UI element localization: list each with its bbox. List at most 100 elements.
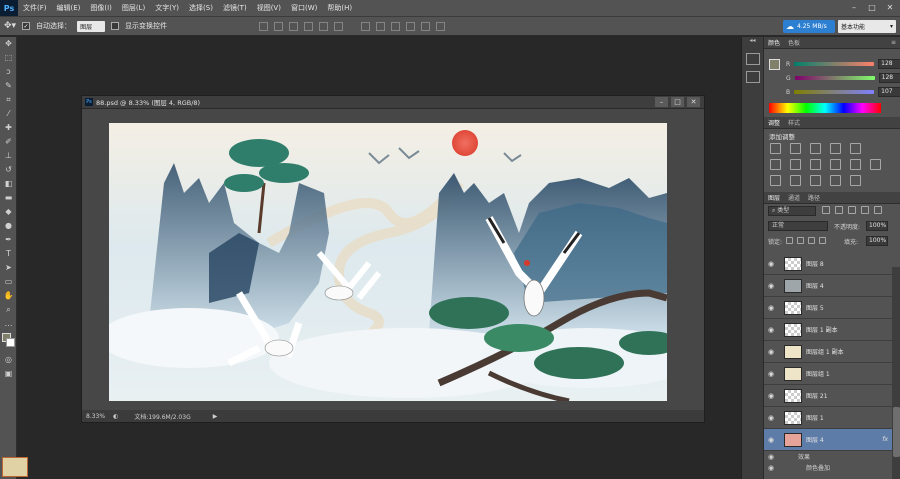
align-left-icon[interactable] <box>304 21 314 31</box>
align-bottom-icon[interactable] <box>289 21 299 31</box>
visibility-eye-icon[interactable]: ◉ <box>764 304 778 312</box>
zoom-level[interactable]: 8.33% <box>86 413 105 420</box>
status-arrow-icon[interactable]: ▶ <box>213 413 218 420</box>
path-select-tool-icon[interactable]: ➤ <box>0 261 17 275</box>
fg-color-preview[interactable] <box>769 59 780 70</box>
close-icon[interactable]: ✕ <box>884 2 896 13</box>
menu-type[interactable]: 文字(Y) <box>150 3 184 13</box>
eraser-tool-icon[interactable]: ◧ <box>0 177 17 191</box>
filter-type-icon[interactable] <box>848 206 856 214</box>
dodge-tool-icon[interactable]: ● <box>0 219 17 233</box>
menu-window[interactable]: 窗口(W) <box>286 3 322 13</box>
fill-value[interactable]: 100% <box>866 236 888 246</box>
exposure-icon[interactable] <box>830 143 841 154</box>
green-value[interactable]: 128 <box>878 73 900 83</box>
effect-item-row[interactable]: ◉ 颜色叠加 <box>764 462 892 473</box>
distribute-bottom-icon[interactable] <box>391 21 401 31</box>
background-color-swatch[interactable] <box>6 338 15 347</box>
visibility-eye-icon[interactable]: ◉ <box>764 464 778 472</box>
channel-mixer-icon[interactable] <box>850 159 861 170</box>
filter-adjustment-icon[interactable] <box>835 206 843 214</box>
photo-filter-icon[interactable] <box>830 159 841 170</box>
vibrance-icon[interactable] <box>850 143 861 154</box>
blend-mode-dropdown[interactable]: 正常 <box>768 221 828 231</box>
menu-layer[interactable]: 图层(L) <box>117 3 150 13</box>
visibility-eye-icon[interactable]: ◉ <box>764 348 778 356</box>
healing-brush-tool-icon[interactable]: ✚ <box>0 121 17 135</box>
tab-channels[interactable]: 通道 <box>788 193 800 202</box>
history-brush-tool-icon[interactable]: ↺ <box>0 163 17 177</box>
visibility-eye-icon[interactable]: ◉ <box>764 414 778 422</box>
selective-color-icon[interactable] <box>850 175 861 186</box>
hand-tool-icon[interactable]: ✋ <box>0 289 17 303</box>
lock-pixels-icon[interactable] <box>797 237 804 244</box>
tab-layers[interactable]: 图层 <box>768 193 780 202</box>
maximize-icon[interactable]: □ <box>866 2 878 13</box>
filter-smart-icon[interactable] <box>874 206 882 214</box>
document-title-bar[interactable]: Ps 88.psd @ 8.33% (图层 4, RGB/8) – □ ✕ <box>82 96 704 109</box>
auto-select-checkbox[interactable]: ✓ <box>22 22 31 30</box>
scrollbar-thumb[interactable] <box>893 407 900 457</box>
type-tool-icon[interactable]: T <box>0 247 17 261</box>
menu-help[interactable]: 帮助(H) <box>322 3 357 13</box>
gradient-map-icon[interactable] <box>830 175 841 186</box>
align-top-icon[interactable] <box>259 21 269 31</box>
layer-row[interactable]: ◉ 图层组 1 副本 <box>764 341 892 363</box>
auto-select-dropdown[interactable]: 图层 <box>77 20 106 32</box>
visibility-eye-icon[interactable]: ◉ <box>764 282 778 290</box>
canvas-area[interactable] <box>82 109 704 409</box>
lasso-tool-icon[interactable]: ↄ <box>0 65 17 79</box>
layer-row-selected[interactable]: ◉ 图层 4 fx <box>764 429 892 451</box>
more-tools-icon[interactable]: … <box>0 317 17 331</box>
pen-tool-icon[interactable]: ✒ <box>0 233 17 247</box>
history-panel-icon[interactable] <box>745 53 760 65</box>
crop-tool-icon[interactable]: ⌗ <box>0 93 17 107</box>
zoom-tool-icon[interactable]: ⌕ <box>0 303 17 317</box>
fx-badge[interactable]: fx <box>882 436 888 443</box>
menu-file[interactable]: 文件(F) <box>18 3 52 13</box>
align-right-icon[interactable] <box>334 21 344 31</box>
artwork-canvas[interactable] <box>109 123 667 401</box>
align-center-icon[interactable] <box>319 21 329 31</box>
properties-panel-icon[interactable] <box>745 71 760 83</box>
clone-stamp-tool-icon[interactable]: ⊥ <box>0 149 17 163</box>
marquee-tool-icon[interactable]: ⬚ <box>0 51 17 65</box>
filter-shape-icon[interactable] <box>861 206 869 214</box>
doc-maximize-icon[interactable]: □ <box>671 97 684 107</box>
layer-row[interactable]: ◉ 图层 1 <box>764 407 892 429</box>
color-balance-icon[interactable] <box>790 159 801 170</box>
tab-adjustments[interactable]: 调整 <box>768 118 780 127</box>
visibility-eye-icon[interactable]: ◉ <box>764 326 778 334</box>
layer-kind-filter[interactable]: ⌕ 类型 <box>768 206 816 216</box>
hue-saturation-icon[interactable] <box>770 159 781 170</box>
gradient-tool-icon[interactable]: ▬ <box>0 191 17 205</box>
distribute-center-icon[interactable] <box>421 21 431 31</box>
filter-pixel-icon[interactable] <box>822 206 830 214</box>
effects-row[interactable]: ◉ 效果 <box>764 451 892 462</box>
collapse-panels-icon[interactable]: ◂◂ <box>742 37 763 47</box>
blue-value[interactable]: 107 <box>878 87 900 97</box>
invert-icon[interactable] <box>770 175 781 186</box>
shape-tool-icon[interactable]: ▭ <box>0 275 17 289</box>
quick-select-tool-icon[interactable]: ✎ <box>0 79 17 93</box>
green-slider[interactable] <box>794 76 875 80</box>
red-value[interactable]: 128 <box>878 59 900 69</box>
layers-scrollbar[interactable] <box>892 267 900 479</box>
distribute-right-icon[interactable] <box>436 21 446 31</box>
tab-swatches[interactable]: 色板 <box>788 38 800 47</box>
tab-color[interactable]: 颜色 <box>768 38 780 47</box>
blue-slider[interactable] <box>794 90 875 94</box>
black-white-icon[interactable] <box>810 159 821 170</box>
eyedropper-tool-icon[interactable]: ⁄ <box>0 107 17 121</box>
layer-row[interactable]: ◉ 图层 1 副本 <box>764 319 892 341</box>
blur-tool-icon[interactable]: ◆ <box>0 205 17 219</box>
color-swatches[interactable] <box>0 331 17 353</box>
brush-tool-icon[interactable]: ✐ <box>0 135 17 149</box>
menu-select[interactable]: 选择(S) <box>184 3 218 13</box>
layer-row[interactable]: ◉ 图层 5 <box>764 297 892 319</box>
layer-row[interactable]: ◉ 图层 21 <box>764 385 892 407</box>
color-spectrum-bar[interactable] <box>769 103 881 113</box>
layer-row[interactable]: ◉ 图层组 1 <box>764 363 892 385</box>
visibility-eye-icon[interactable]: ◉ <box>764 370 778 378</box>
visibility-eye-icon[interactable]: ◉ <box>764 260 778 268</box>
